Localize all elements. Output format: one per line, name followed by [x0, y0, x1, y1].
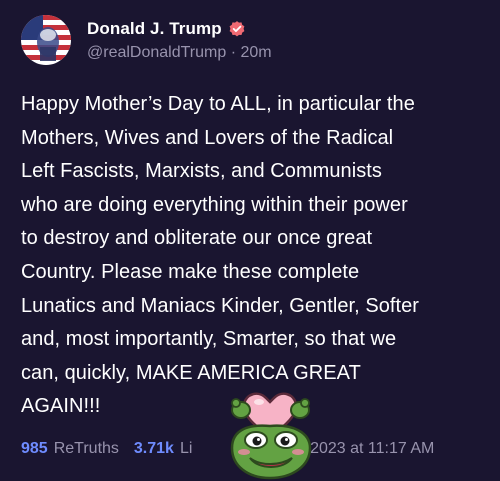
truth-post: Donald J. Trump @realDonaldTrump · 20m H…: [0, 0, 500, 481]
pepe-frog-heart-sticker-icon: [230, 392, 312, 480]
american-flag-avatar-icon: [21, 15, 71, 65]
author-avatar[interactable]: [21, 15, 71, 65]
post-body: Happy Mother’s Day to ALL, in particular…: [21, 93, 419, 418]
retruths-label[interactable]: ReTruths: [54, 440, 119, 458]
verified-badge-icon: [229, 21, 245, 37]
author-name-row[interactable]: Donald J. Trump: [87, 18, 246, 40]
meta-separator: ·: [230, 44, 237, 61]
retruths-count[interactable]: 985: [21, 440, 48, 458]
author-display-name[interactable]: Donald J. Trump: [87, 19, 222, 39]
likes-count[interactable]: 3.71k: [134, 440, 174, 458]
likes-label[interactable]: Li: [180, 440, 192, 458]
relative-timestamp[interactable]: 20m: [241, 44, 272, 61]
author-handle[interactable]: @realDonaldTrump: [87, 44, 226, 61]
author-meta: @realDonaldTrump · 20m: [87, 44, 272, 62]
